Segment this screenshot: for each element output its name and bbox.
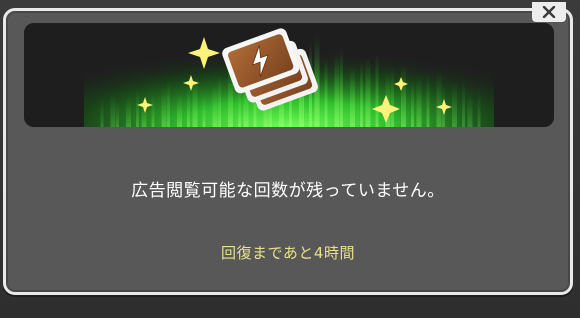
recovery-timer: 回復まであと4時間 xyxy=(221,244,355,262)
close-icon xyxy=(542,6,556,18)
close-button[interactable] xyxy=(532,2,566,22)
ad-limit-dialog: 広告閲覧可能な回数が残っていません。 回復まであと4時間 xyxy=(3,2,573,295)
reward-banner xyxy=(24,23,554,127)
ad-limit-message: 広告閲覧可能な回数が残っていません。 xyxy=(131,181,445,201)
